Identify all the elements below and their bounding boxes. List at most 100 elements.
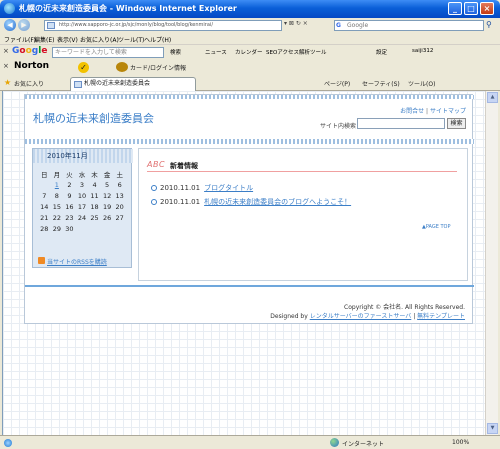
calendar-day: 8 (54, 191, 59, 200)
calendar-body: 1 2 3 4 5 6 7 8 9 10 11 12 13 14 15 16 17 18 19 20 21 22 23 24 2… (38, 179, 126, 234)
menu-help[interactable]: ヘルプ(H) (144, 35, 171, 44)
sidebar: 2010年11月 日 月 火 水 木 金 土 1 2 3 4 5 6 7 8 9 10 11 12 13… (32, 148, 133, 268)
news-heading: ABC 新着情報 (147, 159, 457, 172)
page-menu-button[interactable]: ページ(P) (324, 79, 350, 88)
calendar: 日 月 火 水 木 金 土 1 2 3 4 5 6 7 8 9 10 11 12 13 14 15 16 17 1… (38, 168, 126, 234)
address-tools[interactable]: ▾ ⊠ ↻ × (284, 20, 308, 27)
settings-button[interactable]: 設定 (376, 48, 387, 56)
sitemap-link[interactable]: サイトマップ (430, 108, 466, 115)
calendar-day: 3 (79, 180, 85, 189)
scroll-up-icon[interactable]: ▲ (487, 92, 498, 103)
google-toolbar-close-icon[interactable]: × (3, 47, 9, 55)
calendar-day: 2 (67, 180, 72, 189)
live-search-input[interactable]: G Google (334, 20, 484, 31)
rental-server-link[interactable]: レンタルサーバーのファーストサーバ (310, 313, 412, 320)
calendar-day: 18 (90, 202, 99, 211)
calendar-day: 11 (90, 191, 99, 200)
weekday-label: 木 (91, 170, 98, 179)
menu-favorites[interactable]: お気に入り(A) (80, 35, 119, 44)
calendar-day: 4 (92, 180, 97, 189)
google-keyword-input[interactable]: キーワードを入力して検索 (52, 47, 164, 58)
maximize-button[interactable]: □ (464, 2, 478, 15)
calendar-day: 13 (115, 191, 124, 200)
search-icon[interactable]: ⚲ (486, 20, 496, 30)
calendar-day: 27 (115, 213, 124, 222)
norton-toolbar: × Norton ✓ カード/ログイン情報 (0, 60, 500, 74)
contact-link[interactable]: お問合せ (400, 108, 424, 115)
menu-view[interactable]: 表示(V) (57, 35, 78, 44)
calendar-day (88, 223, 101, 234)
weekday-label: 日 (41, 170, 48, 179)
calendar-day: 16 (65, 202, 74, 211)
zone-label: インターネット (342, 441, 385, 448)
tab-title: 札幌の近未来創造委員会 (84, 80, 151, 87)
minimize-button[interactable]: _ (448, 2, 462, 15)
calendar-day (101, 223, 114, 234)
page-top-link[interactable]: ▲PAGE TOP (422, 224, 451, 230)
calendar-week-row: 123456 (38, 179, 126, 190)
command-bar: ★ お気に入り 札幌の近未来創造委員会 ページ(P) セーフティ(S) ツール(… (0, 75, 500, 91)
address-bar: ◀ ▶ http://www.sapporo-jc.or.jp/sjc/monl… (0, 18, 500, 32)
site-search-input[interactable] (357, 118, 445, 129)
news-link[interactable]: ブログタイトル (204, 184, 253, 192)
calendar-day: 6 (117, 180, 122, 189)
news-link[interactable]: 札幌の近未来創造委員会のブログへようこそ！ (204, 198, 351, 206)
favorites-button[interactable]: お気に入り (14, 79, 44, 88)
google-search-button[interactable]: 検索 (170, 48, 181, 56)
news-item: 2010.11.01 札幌の近未来創造委員会のブログへようこそ！ (151, 197, 351, 207)
google-g-icon: G (336, 22, 341, 29)
browser-tab[interactable]: 札幌の近未来創造委員会 (70, 77, 196, 91)
weekday-label: 水 (78, 170, 86, 179)
calendar-week-row: 21 22 23 24 25 26 27 (38, 212, 126, 223)
norton-check-icon[interactable]: ✓ (78, 62, 89, 73)
close-button[interactable]: × (480, 2, 494, 15)
calendar-day: 1 (51, 179, 64, 190)
tools-menu-button[interactable]: ツール(O) (408, 79, 435, 88)
account-button[interactable]: saiji312 (412, 48, 433, 54)
menu-file[interactable]: ファイル(F) (4, 35, 36, 44)
seo-tool-button[interactable]: SEOアクセス解析ツール (266, 48, 327, 56)
free-template-link[interactable]: 無料テンプレート (417, 313, 465, 320)
menu-edit[interactable]: 編集(E) (34, 35, 54, 44)
weekday-label: 土 (116, 170, 123, 179)
main-content: ABC 新着情報 2010.11.01 ブログタイトル 2010.11.01 札幌の… (138, 148, 468, 281)
tab-favicon-icon (74, 81, 82, 88)
rss-icon (38, 257, 45, 264)
vertical-scrollbar[interactable]: ▲ ▼ (485, 91, 498, 435)
scroll-down-icon[interactable]: ▼ (487, 423, 498, 434)
designed-by-label: Designed by (270, 313, 308, 320)
back-icon[interactable]: ◀ (4, 19, 16, 31)
forward-icon[interactable]: ▶ (18, 19, 30, 31)
zoom-level[interactable]: 100% (452, 439, 469, 446)
google-news-button[interactable]: ニュース (205, 48, 227, 56)
header-links: お問合せ | サイトマップ (400, 106, 466, 115)
url-field[interactable]: http://www.sapporo-jc.or.jp/sjc/monly/bl… (44, 20, 282, 31)
card-login-button[interactable]: カード/ログイン情報 (130, 63, 186, 72)
calendar-day: 25 (90, 213, 99, 222)
calendar-day: 10 (77, 191, 87, 200)
site-title[interactable]: 札幌の近未来創造委員会 (33, 110, 154, 126)
safety-menu-button[interactable]: セーフティ(S) (362, 79, 400, 88)
norton-toolbar-close-icon[interactable]: × (3, 62, 9, 70)
site-search-button[interactable]: 検索 (447, 118, 466, 129)
calendar-day: 26 (102, 213, 112, 222)
calendar-day: 5 (105, 180, 110, 189)
calendar-caption: 2010年11月 (33, 149, 133, 163)
rss-link[interactable]: 当サイトのRSSを購読 (38, 257, 107, 266)
ie-logo-icon (4, 3, 15, 14)
calendar-day: 17 (77, 202, 87, 211)
google-calendar-button[interactable]: カレンダー (235, 48, 263, 56)
google-toolbar: × Google キーワードを入力して検索 検索 ニュース カレンダー SEOア… (0, 45, 500, 59)
link-separator: | (426, 108, 429, 115)
globe-icon (330, 438, 339, 447)
menu-tools[interactable]: ツール(T) (118, 35, 144, 44)
weekday-label: 月 (53, 170, 61, 179)
calendar-day: 29 (52, 224, 61, 233)
rss-link-label: 当サイトのRSSを購読 (47, 259, 107, 266)
calendar-day-link[interactable]: 1 (55, 181, 59, 189)
news-title: 新着情報 (170, 162, 198, 170)
news-abc-mark: ABC (147, 160, 166, 169)
favorites-star-icon[interactable]: ★ (4, 78, 11, 87)
menu-bar: ファイル(F) 編集(E) 表示(V) お気に入り(A) ツール(T) ヘルプ(… (0, 33, 500, 45)
live-search-placeholder: Google (347, 22, 369, 29)
